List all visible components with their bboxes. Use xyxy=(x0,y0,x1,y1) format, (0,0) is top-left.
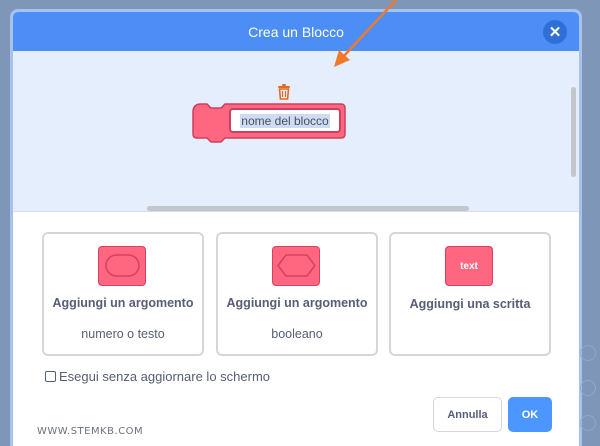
option-subtitle: booleano xyxy=(271,327,323,341)
add-input-number-text-option[interactable]: Aggiungi un argomento numero o testo xyxy=(42,232,204,356)
run-without-refresh-checkbox[interactable] xyxy=(45,371,56,382)
text-label-icon: text xyxy=(445,246,493,286)
zoom-in-ghost-icon xyxy=(580,345,596,361)
option-title: Aggiungi una scritta xyxy=(409,297,531,311)
horizontal-scrollbar[interactable] xyxy=(147,206,469,211)
block-name-input[interactable]: nome del blocco xyxy=(229,108,341,133)
cancel-button[interactable]: Annulla xyxy=(433,397,502,432)
zoom-reset-ghost-icon xyxy=(580,415,596,431)
option-title: Aggiungi un argomento xyxy=(226,296,368,310)
checkbox-label: Esegui senza aggiornare lo schermo xyxy=(59,369,271,384)
trash-icon[interactable] xyxy=(277,84,291,100)
add-label-option[interactable]: text Aggiungi una scritta xyxy=(389,232,551,356)
close-button[interactable]: ✕ xyxy=(543,20,567,44)
ok-button[interactable]: OK xyxy=(508,397,552,432)
add-input-boolean-option[interactable]: Aggiungi un argomento booleano xyxy=(216,232,378,356)
block-preview-workspace: nome del blocco xyxy=(13,51,579,212)
block-name-text: nome del blocco xyxy=(240,113,330,128)
close-icon: ✕ xyxy=(548,24,562,41)
round-input-icon xyxy=(98,246,146,286)
option-subtitle: numero o testo xyxy=(81,327,165,341)
zoom-out-ghost-icon xyxy=(580,380,596,396)
option-title: Aggiungi un argomento xyxy=(52,296,194,310)
watermark: WWW.STEMKB.COM xyxy=(37,426,144,437)
annotation-arrow xyxy=(334,0,397,67)
vertical-scrollbar[interactable] xyxy=(571,87,576,177)
label-icon-text: text xyxy=(460,260,478,272)
run-without-refresh-row[interactable]: Esegui senza aggiornare lo schermo xyxy=(45,369,270,384)
create-block-dialog: Crea un Blocco ✕ nome del blocco Aggiung… xyxy=(10,9,582,446)
dialog-header: Crea un Blocco ✕ xyxy=(13,12,579,51)
diamond-input-icon xyxy=(272,246,320,286)
